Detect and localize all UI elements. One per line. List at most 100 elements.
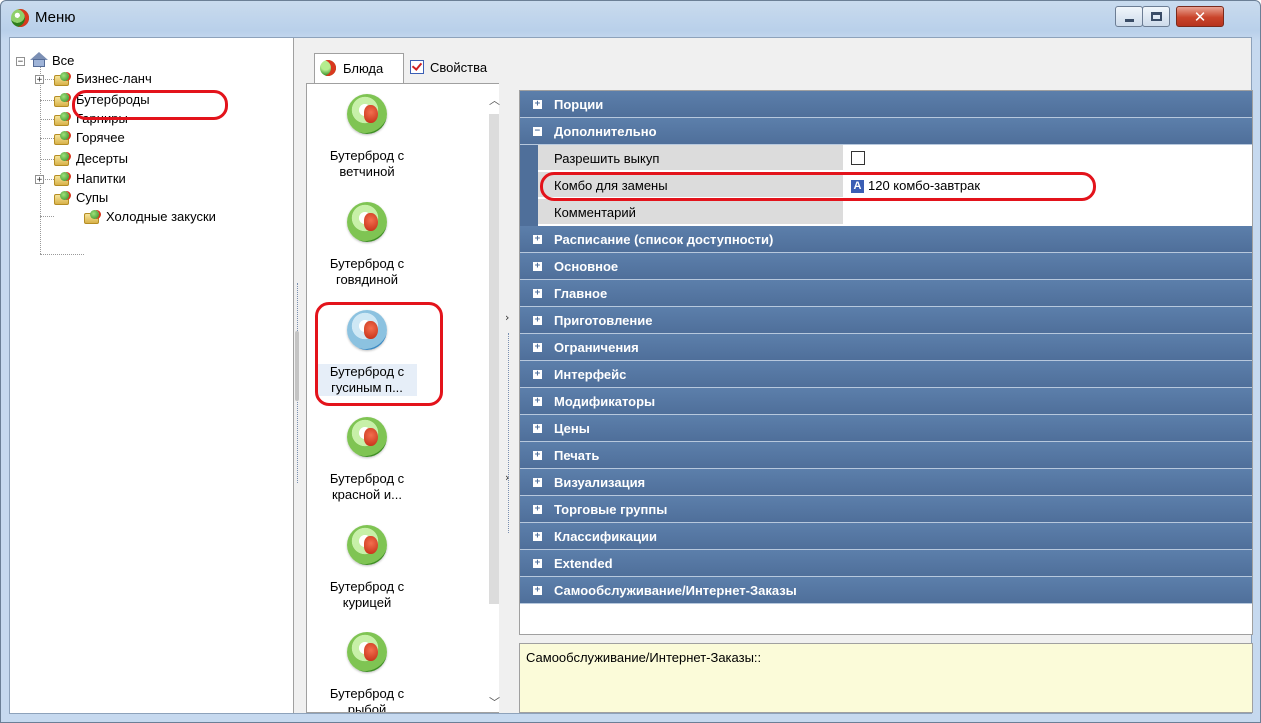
expand-icon[interactable]: + [35, 75, 44, 85]
folder-icon [84, 210, 101, 224]
splitter-arrow-icon[interactable]: › [505, 471, 509, 484]
category-visualization[interactable]: + Визуализация [520, 469, 1252, 496]
dish-label: Бутерброд с красной и... [329, 471, 405, 502]
house-icon [30, 52, 48, 68]
property-allow-buyout[interactable]: Разрешить выкуп [520, 145, 1252, 172]
splitter-grip [295, 331, 299, 401]
dish-item[interactable]: Бутерброд с ветчиной [317, 94, 467, 204]
category-restrictions[interactable]: + Ограничения [520, 334, 1252, 361]
splitter-arrow-icon[interactable]: › [505, 311, 509, 324]
dish-label: Бутерброд с рыбой [329, 686, 405, 712]
category-trade-groups[interactable]: + Торговые группы [520, 496, 1252, 523]
tree-item-desserts[interactable]: Десерты [10, 150, 250, 168]
tree-item-soups[interactable]: Супы [10, 189, 250, 207]
expand-icon[interactable]: + [533, 370, 542, 379]
dish-item[interactable]: Бутерброд с рыбой [317, 632, 467, 712]
category-label: Визуализация [554, 475, 646, 490]
collapse-icon[interactable]: − [16, 57, 25, 67]
expand-icon[interactable]: + [533, 532, 542, 541]
category-additional[interactable]: − Дополнительно [520, 118, 1252, 145]
tree-item-label: Десерты [76, 151, 129, 166]
expand-icon[interactable]: + [533, 316, 542, 325]
expand-icon[interactable]: + [533, 289, 542, 298]
category-classifications[interactable]: + Классификации [520, 523, 1252, 550]
dish-item[interactable]: Бутерброд с красной и... [317, 417, 467, 527]
category-schedule[interactable]: + Расписание (список доступности) [520, 226, 1252, 253]
maximize-button[interactable] [1142, 6, 1170, 27]
expand-icon[interactable]: + [533, 559, 542, 568]
scrollbar-thumb[interactable] [489, 114, 499, 604]
tree-item-cold-snacks[interactable]: Холодные закуски [10, 208, 270, 226]
app-icon [11, 9, 29, 27]
collapse-icon[interactable]: − [533, 127, 542, 136]
scroll-down-icon[interactable]: ﹀ [489, 694, 500, 710]
expand-icon[interactable]: + [533, 262, 542, 271]
expand-icon[interactable]: + [533, 424, 542, 433]
allow-buyout-checkbox[interactable] [851, 151, 865, 165]
tree-item-label: Холодные закуски [106, 209, 216, 224]
expand-icon[interactable]: + [533, 478, 542, 487]
expand-icon[interactable]: + [533, 235, 542, 244]
folder-icon [54, 172, 71, 186]
category-prices[interactable]: + Цены [520, 415, 1252, 442]
tree-item-label: Напитки [76, 171, 126, 186]
expand-icon[interactable]: + [533, 586, 542, 595]
category-label: Главное [554, 286, 608, 301]
property-value[interactable] [845, 199, 851, 225]
property-gutter [520, 199, 538, 226]
expand-icon[interactable]: + [35, 175, 44, 185]
tab-bar: Блюда Свойства [306, 53, 1253, 83]
category-main[interactable]: + Главное [520, 280, 1252, 307]
dish-list-scrollbar[interactable]: ︿ ﹀ [489, 84, 500, 712]
category-portions[interactable]: + Порции [520, 91, 1252, 118]
list-splitter[interactable]: › › [500, 83, 520, 713]
property-gutter [520, 172, 538, 199]
category-extended[interactable]: + Extended [520, 550, 1252, 577]
tab-dishes[interactable]: Блюда [314, 53, 404, 83]
property-label: Комментарий [538, 199, 843, 225]
category-label: Классификации [554, 529, 657, 544]
category-label: Порции [554, 97, 604, 112]
tree-item-business-lunch[interactable]: + Бизнес-ланч [10, 70, 250, 88]
category-label: Дополнительно [554, 124, 657, 139]
close-button[interactable]: ✕ [1176, 6, 1224, 27]
title-bar[interactable]: Меню ✕ [1, 1, 1260, 37]
property-value[interactable] [845, 145, 865, 171]
dish-item[interactable]: Бутерброд с курицей [317, 525, 467, 635]
dish-icon [347, 94, 387, 134]
tree-item-hot[interactable]: Горячее [10, 129, 250, 147]
expand-icon[interactable]: + [533, 451, 542, 460]
expand-icon[interactable]: + [533, 397, 542, 406]
category-cooking[interactable]: + Приготовление [520, 307, 1252, 334]
properties-icon [410, 60, 424, 74]
tree-item-drinks[interactable]: + Напитки [10, 170, 250, 188]
tree-item-all[interactable]: − Все [10, 52, 130, 70]
dish-icon [347, 525, 387, 565]
category-self-service[interactable]: + Самообслуживание/Интернет-Заказы [520, 577, 1252, 604]
minimize-button[interactable] [1115, 6, 1143, 27]
tree-line [40, 254, 84, 255]
folder-icon [54, 112, 71, 126]
folder-icon [54, 191, 71, 205]
property-comment[interactable]: Комментарий [520, 199, 1252, 226]
expand-icon[interactable]: + [533, 343, 542, 352]
category-print[interactable]: + Печать [520, 442, 1252, 469]
category-basic[interactable]: + Основное [520, 253, 1252, 280]
expand-icon[interactable]: + [533, 505, 542, 514]
property-description: Самообслуживание/Интернет-Заказы:: [519, 643, 1253, 713]
scroll-up-icon[interactable]: ︿ [489, 92, 500, 108]
category-modifiers[interactable]: + Модификаторы [520, 388, 1252, 415]
maximize-icon [1151, 12, 1162, 21]
minimize-icon [1125, 19, 1134, 22]
category-interface[interactable]: + Интерфейс [520, 361, 1252, 388]
highlight-oval [72, 90, 228, 120]
tree-splitter[interactable] [293, 283, 305, 483]
expand-icon[interactable]: + [533, 100, 542, 109]
category-label: Ограничения [554, 340, 639, 355]
category-label: Модификаторы [554, 394, 656, 409]
tab-properties[interactable]: Свойства [406, 53, 540, 83]
dish-item[interactable]: Бутерброд с говядиной [317, 202, 467, 312]
tab-label: Свойства [430, 60, 488, 75]
folder-icon [54, 72, 71, 86]
highlight-oval [315, 302, 443, 406]
